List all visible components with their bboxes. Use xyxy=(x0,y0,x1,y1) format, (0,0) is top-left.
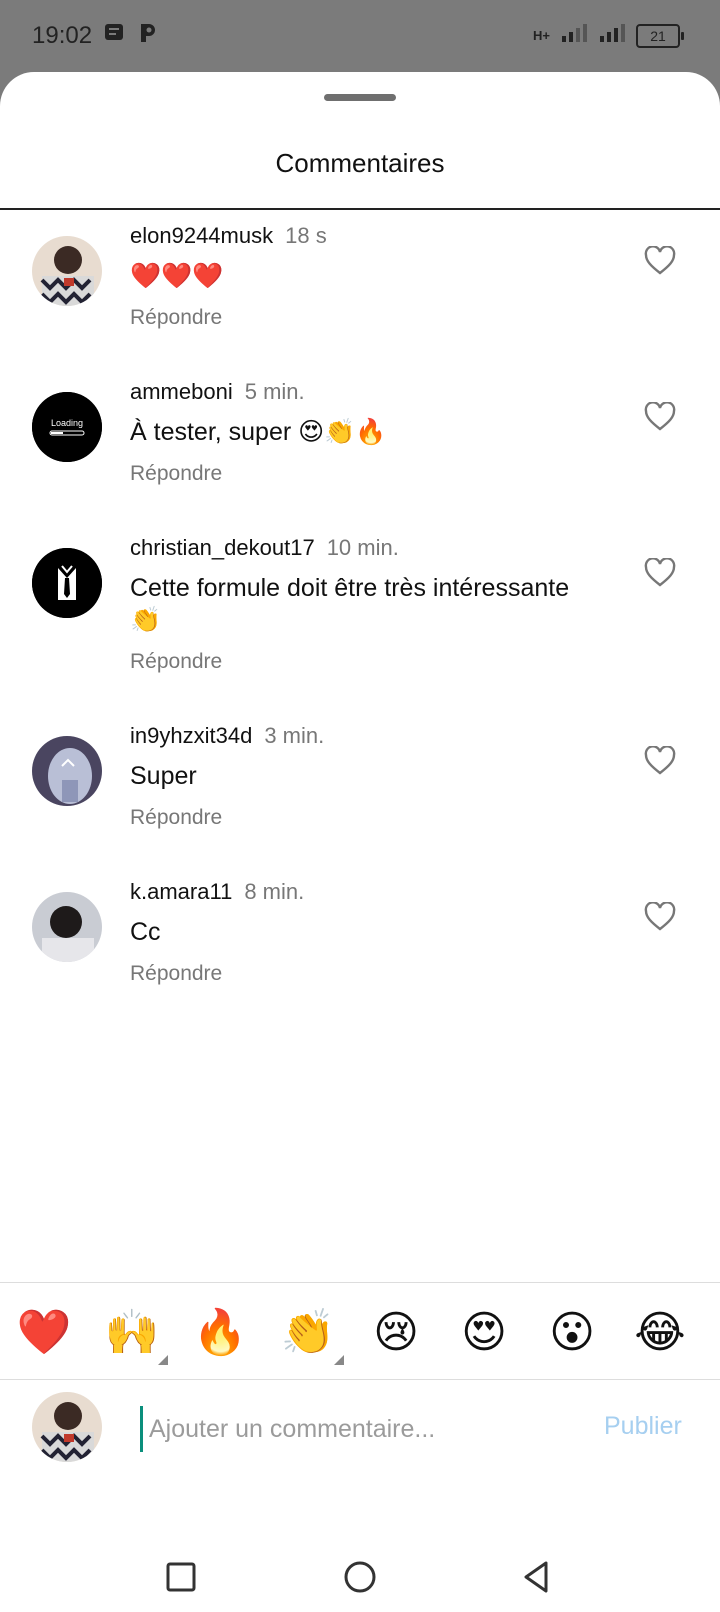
my-avatar xyxy=(32,1392,102,1462)
comment-header: ammeboni 5 min. xyxy=(130,378,590,406)
comment-body: k.amara11 8 min. Cc Répondre xyxy=(130,878,590,986)
emoji-clap-glyph: 👏 xyxy=(280,1308,336,1357)
comment-input[interactable] xyxy=(140,1406,581,1452)
avatar-loading-text: Loading xyxy=(51,418,83,428)
back-triangle-icon[interactable] xyxy=(512,1552,562,1602)
avatar[interactable] xyxy=(32,548,102,618)
like-heart-icon[interactable] xyxy=(644,401,676,432)
reply-button[interactable]: Répondre xyxy=(130,962,590,986)
comment-time: 18 s xyxy=(285,223,327,248)
signal-icon xyxy=(598,22,626,49)
emoji-raising-hands-glyph: 🙌 xyxy=(104,1308,160,1357)
status-time: 19:02 xyxy=(32,22,93,49)
username[interactable]: elon9244musk xyxy=(130,223,273,248)
system-nav-bar xyxy=(0,1542,720,1612)
notes-icon xyxy=(104,22,124,47)
avatar[interactable] xyxy=(32,892,102,962)
comment-header: k.amara11 8 min. xyxy=(130,878,590,906)
comment-body: elon9244musk 18 s ❤️❤️❤️ Répondre xyxy=(130,222,590,330)
comment-header: christian_dekout17 10 min. xyxy=(130,534,590,562)
emoji-crying-button[interactable]: 😢 xyxy=(368,1305,424,1361)
battery-icon: 21 xyxy=(636,23,684,48)
username[interactable]: in9yhzxit34d xyxy=(130,723,252,748)
reply-button[interactable]: Répondre xyxy=(130,806,590,830)
comment-header: in9yhzxit34d 3 min. xyxy=(130,722,590,750)
comment-composer: Publier xyxy=(0,1378,720,1478)
like-heart-icon[interactable] xyxy=(644,901,676,932)
emoji-clap-button[interactable]: 👏 xyxy=(280,1305,344,1365)
divider xyxy=(0,208,720,210)
username[interactable]: ammeboni xyxy=(130,379,233,404)
comment-header: elon9244musk 18 s xyxy=(130,222,590,250)
comment-text: Super xyxy=(130,762,197,790)
network-type: H+ xyxy=(533,28,550,43)
home-circle-icon[interactable] xyxy=(335,1552,385,1602)
comment-time: 10 min. xyxy=(326,535,399,560)
comment-text: Cette formule doit être très intéressant… xyxy=(130,574,570,634)
like-heart-icon[interactable] xyxy=(644,745,676,776)
emoji-reaction-bar: ❤️ 🙌 🔥 👏 😢 😍 😮 😂 xyxy=(0,1282,720,1380)
comment-time: 8 min. xyxy=(244,879,305,904)
sheet-title: Commentaires xyxy=(275,148,445,178)
reply-button[interactable]: Répondre xyxy=(130,462,590,486)
comment-body: christian_dekout17 10 min. Cette formule … xyxy=(130,534,590,674)
like-heart-icon[interactable] xyxy=(644,557,676,588)
comment-time: 5 min. xyxy=(244,379,305,404)
emoji-laughing-button[interactable]: 😂 xyxy=(632,1305,688,1361)
emoji-fire-button[interactable]: 🔥 xyxy=(192,1305,248,1361)
reply-button[interactable]: Répondre xyxy=(130,306,590,330)
variant-indicator-icon xyxy=(334,1355,344,1365)
drag-handle[interactable] xyxy=(324,94,396,101)
comments-sheet: Commentaires elon9244musk 18 s ❤️❤️❤️ Rép… xyxy=(0,72,720,1612)
emoji-heart-button[interactable]: ❤️ xyxy=(16,1305,72,1361)
emoji-surprised-button[interactable]: 😮 xyxy=(544,1305,600,1361)
comment-body: in9yhzxit34d 3 min. Super Répondre xyxy=(130,722,590,830)
status-bar: 19:02 H+ 21 xyxy=(0,0,720,72)
emoji-raising-hands-button[interactable]: 🙌 xyxy=(104,1305,168,1365)
emoji-heart-eyes-button[interactable]: 😍 xyxy=(456,1305,512,1361)
publish-button[interactable]: Publier xyxy=(604,1412,682,1441)
username[interactable]: k.amara11 xyxy=(130,879,232,904)
signal-icon xyxy=(560,22,588,49)
comment-text: Cc xyxy=(130,918,161,946)
comment-text: À tester, super 😍👏🔥 xyxy=(130,418,387,446)
avatar[interactable] xyxy=(32,736,102,806)
comment-text: ❤️❤️❤️ xyxy=(130,262,224,290)
p-app-icon xyxy=(138,22,158,49)
status-right: H+ 21 xyxy=(533,22,684,49)
like-heart-icon[interactable] xyxy=(644,245,676,276)
variant-indicator-icon xyxy=(158,1355,168,1365)
username[interactable]: christian_dekout17 xyxy=(130,535,315,560)
reply-button[interactable]: Répondre xyxy=(130,650,590,674)
avatar[interactable]: Loading xyxy=(32,392,102,462)
avatar[interactable] xyxy=(32,236,102,306)
recents-square-icon[interactable] xyxy=(156,1552,206,1602)
comment-time: 3 min. xyxy=(264,723,325,748)
comment-body: ammeboni 5 min. À tester, super 😍👏🔥 Répon… xyxy=(130,378,590,486)
